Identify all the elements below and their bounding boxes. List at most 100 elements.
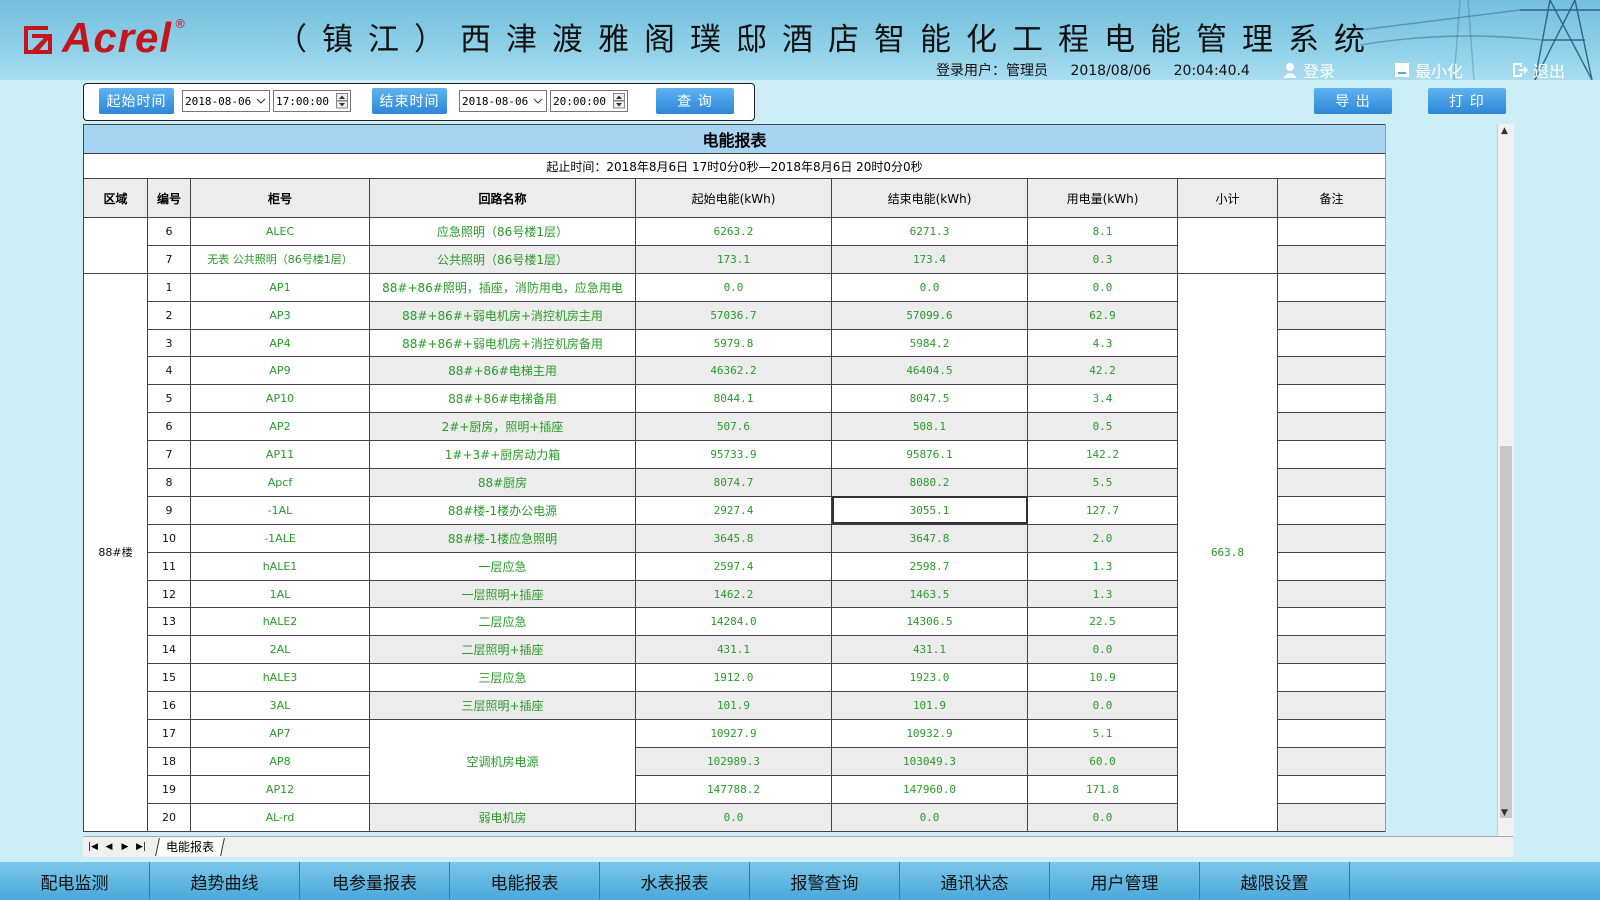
usage-cell: 171.8	[1027, 774, 1178, 804]
end-energy-cell: 103049.3	[831, 746, 1028, 776]
first-sheet-icon[interactable]: |◀	[85, 842, 101, 852]
print-button[interactable]: 打 印	[1428, 88, 1506, 114]
number-cell: 17	[147, 719, 191, 748]
number-cell: 15	[147, 663, 191, 693]
number-cell: 1	[147, 272, 191, 302]
start-time-input[interactable]: 17:00:00	[273, 90, 351, 112]
user-icon	[1283, 63, 1297, 78]
logo-text: Acrel	[62, 14, 173, 61]
nav-energy-report[interactable]: 电能报表	[450, 862, 600, 900]
scroll-thumb[interactable]	[1500, 446, 1512, 818]
end-energy-cell: 173.4	[831, 244, 1028, 274]
start-date-select[interactable]: 2018-08-06	[182, 90, 270, 112]
minimize-label: 最小化	[1415, 62, 1464, 80]
minimize-button[interactable]: 最小化	[1394, 58, 1463, 80]
start-energy-cell: 431.1	[635, 635, 832, 665]
vertical-scrollbar[interactable]: ▲ ▼	[1497, 124, 1514, 836]
spinner-icon[interactable]	[613, 93, 625, 109]
end-time-input[interactable]: 20:00:00	[550, 90, 628, 112]
scroll-up-icon[interactable]: ▲	[1501, 126, 1508, 136]
number-cell: 11	[147, 551, 191, 581]
number-cell: 8	[147, 468, 191, 497]
nav-comm-status[interactable]: 通讯状态	[900, 862, 1050, 900]
usage-cell: 62.9	[1027, 300, 1178, 330]
start-energy-cell: 507.6	[635, 412, 832, 442]
number-cell: 14	[147, 635, 191, 665]
exit-label: 退出	[1533, 62, 1566, 80]
start-energy-cell: 101.9	[635, 691, 832, 721]
end-date-select[interactable]: 2018-08-06	[459, 90, 547, 112]
last-sheet-icon[interactable]: ▶|	[133, 842, 149, 852]
logo-registered: ®	[174, 17, 187, 31]
end-energy-cell: 1463.5	[831, 579, 1028, 609]
circuit-cell: 88#+86#照明，插座，消防用电，应急用电	[369, 272, 636, 302]
end-energy-cell: 2598.7	[831, 551, 1028, 581]
end-energy-cell: 3647.8	[831, 523, 1028, 553]
end-energy-cell: 8080.2	[831, 468, 1028, 497]
cabinet-cell: AL-rd	[190, 802, 370, 832]
number-cell: 12	[147, 579, 191, 609]
number-cell: 16	[147, 691, 191, 721]
cabinet-cell: -1ALE	[190, 523, 370, 553]
nav-power-monitor[interactable]: 配电监测	[0, 862, 150, 900]
col-number: 编号	[147, 178, 191, 218]
end-energy-cell: 147960.0	[831, 774, 1028, 804]
circuit-cell: 88#+86#电梯主用	[369, 356, 636, 386]
cabinet-cell: hALE3	[190, 663, 370, 693]
end-time-label: 结束时间	[372, 88, 447, 114]
chevron-down-icon	[533, 98, 543, 104]
start-energy-cell: 2597.4	[635, 551, 832, 581]
number-cell: 19	[147, 774, 191, 804]
report-title: 电能报表	[83, 124, 1385, 154]
col-usage: 用电量(kWh)	[1027, 178, 1178, 218]
end-energy-cell: 8047.5	[831, 384, 1028, 414]
sheet-tab-energy-report[interactable]: 电能报表	[155, 838, 225, 856]
cabinet-cell: AP12	[190, 774, 370, 804]
circuit-cell: 三层照明+插座	[369, 691, 636, 721]
number-cell: 9	[147, 495, 191, 525]
subtotal-cell: 663.8	[1177, 272, 1278, 832]
nav-user-manage[interactable]: 用户管理	[1050, 862, 1200, 900]
cabinet-cell: AP11	[190, 440, 370, 470]
time-filter-panel: 起始时间 2018-08-06 17:00:00 结束时间 2018-08-06…	[83, 83, 755, 121]
nav-parameter-report[interactable]: 电参量报表	[300, 862, 450, 900]
number-cell: 7	[147, 244, 191, 274]
end-energy-cell: 95876.1	[831, 440, 1028, 470]
circuit-cell: 一层照明+插座	[369, 579, 636, 609]
start-energy-cell: 14284.0	[635, 607, 832, 637]
number-cell: 20	[147, 802, 191, 832]
export-button[interactable]: 导 出	[1314, 88, 1392, 114]
usage-cell: 42.2	[1027, 356, 1178, 386]
scroll-down-icon[interactable]: ▼	[1501, 808, 1508, 818]
end-energy-cell: 0.0	[831, 802, 1028, 832]
nav-limit-settings[interactable]: 越限设置	[1200, 862, 1350, 900]
circuit-cell: 公共照明（86号楼1层）	[369, 244, 636, 274]
col-cabinet: 柜号	[190, 178, 370, 218]
exit-button[interactable]: 退出	[1512, 58, 1565, 80]
remark-cell	[1276, 412, 1385, 442]
number-cell: 6	[147, 217, 191, 246]
usage-cell: 127.7	[1027, 495, 1178, 525]
circuit-cell: 弱电机房	[369, 802, 636, 832]
report-period: 起止时间：2018年8月6日 17时0分0秒—2018年8月6日 20时0分0秒	[83, 153, 1385, 179]
start-energy-cell: 57036.7	[635, 300, 832, 330]
end-energy-cell: 5984.2	[831, 328, 1028, 358]
usage-cell: 2.0	[1027, 523, 1178, 553]
number-cell: 5	[147, 384, 191, 414]
login-button[interactable]: 登录	[1282, 58, 1335, 80]
cabinet-cell: Apcf	[190, 468, 370, 497]
end-energy-cell: 3055.1	[831, 495, 1028, 525]
usage-cell: 3.4	[1027, 384, 1178, 414]
header-bar: Acrel ® （镇江）西津渡雅阁璞邸酒店智能化工程电能管理系统 登录用户：管理…	[0, 0, 1600, 80]
nav-alarm-query[interactable]: 报警查询	[750, 862, 900, 900]
query-button[interactable]: 查 询	[656, 88, 734, 114]
prev-sheet-icon[interactable]: ◀	[101, 842, 117, 852]
remark-cell	[1276, 468, 1385, 497]
circuit-cell: 三层应急	[369, 663, 636, 693]
nav-water-report[interactable]: 水表报表	[600, 862, 750, 900]
start-date-value: 2018-08-06	[185, 94, 252, 108]
nav-trend-curve[interactable]: 趋势曲线	[150, 862, 300, 900]
next-sheet-icon[interactable]: ▶	[117, 842, 133, 852]
spinner-icon[interactable]	[336, 93, 348, 109]
end-energy-cell: 14306.5	[831, 607, 1028, 637]
